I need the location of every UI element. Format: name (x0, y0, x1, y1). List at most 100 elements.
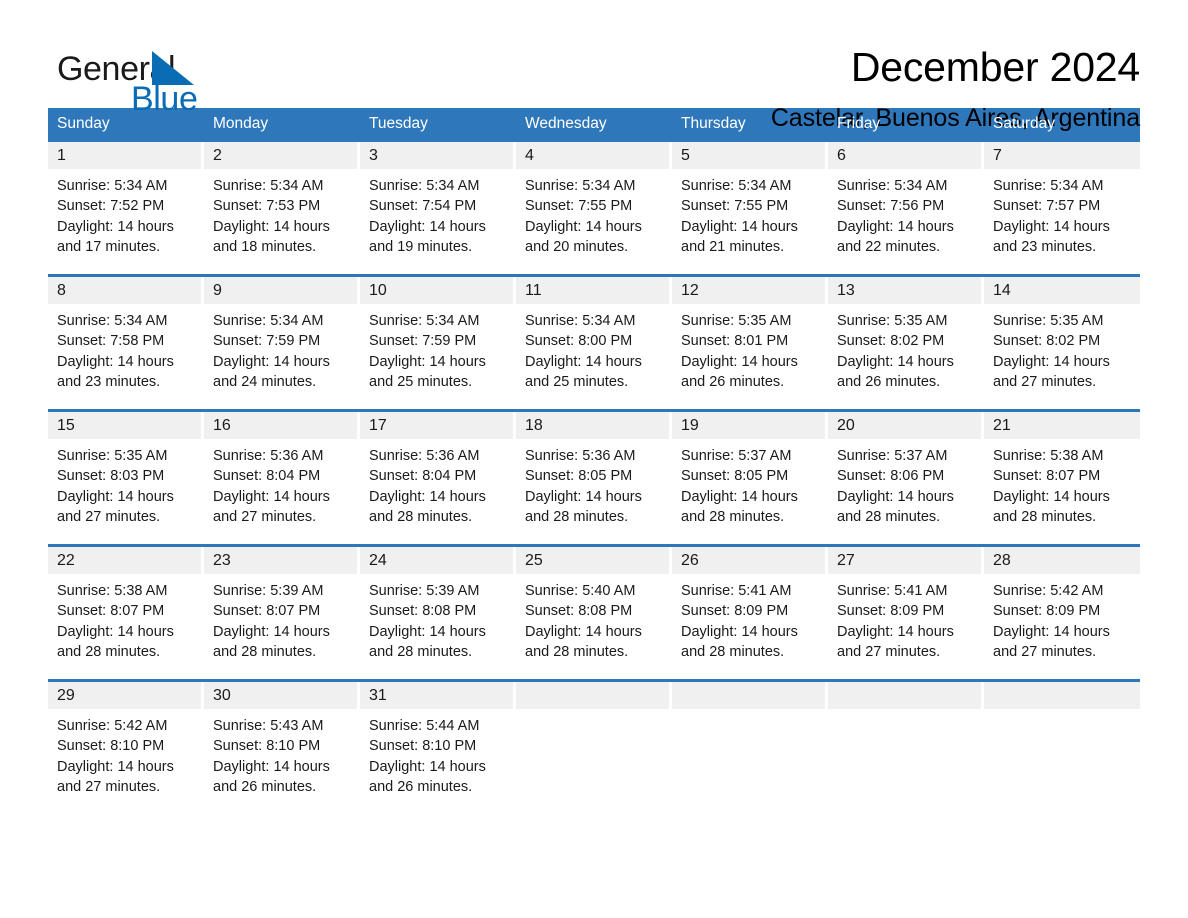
sunrise-text: Sunrise: 5:38 AM (993, 448, 1104, 464)
daylight-text: Daylight: 14 hours and 28 minutes. (213, 623, 330, 660)
weekday-header-saturday: Saturday (993, 115, 1056, 132)
day-number[interactable]: 19 (672, 412, 825, 439)
day-cell: Sunrise: 5:34 AM Sunset: 7:54 PM Dayligh… (360, 169, 516, 274)
day-cell: Sunrise: 5:34 AM Sunset: 7:59 PM Dayligh… (204, 304, 360, 409)
daylight-text: Daylight: 14 hours and 26 minutes. (681, 353, 798, 390)
sunrise-text: Sunrise: 5:41 AM (837, 583, 948, 599)
sunset-text: Sunset: 8:02 PM (993, 333, 1101, 350)
sunset-text: Sunset: 8:07 PM (213, 603, 321, 620)
sunrise-text: Sunrise: 5:34 AM (681, 178, 792, 194)
page-title: December 2024 (850, 44, 1140, 90)
day-number[interactable]: 22 (48, 547, 201, 574)
day-number[interactable]: 30 (204, 682, 357, 709)
day-number[interactable]: 7 (984, 142, 1140, 169)
day-number[interactable]: 25 (516, 547, 669, 574)
day-cell: Sunrise: 5:44 AM Sunset: 8:10 PM Dayligh… (360, 709, 516, 814)
day-number[interactable]: 10 (360, 277, 513, 304)
day-number[interactable]: 3 (360, 142, 513, 169)
day-number[interactable]: 27 (828, 547, 981, 574)
day-number-empty (516, 682, 669, 709)
daylight-text: Daylight: 14 hours and 28 minutes. (681, 488, 798, 525)
daylight-text: Daylight: 14 hours and 22 minutes. (837, 218, 954, 255)
logo-text-blue: Blue (131, 80, 198, 118)
day-number[interactable]: 11 (516, 277, 669, 304)
day-number[interactable]: 15 (48, 412, 201, 439)
sunset-text: Sunset: 8:09 PM (993, 603, 1101, 620)
week-daynumber-band: 15 16 17 18 19 20 21 (48, 412, 1140, 439)
day-cell: Sunrise: 5:42 AM Sunset: 8:10 PM Dayligh… (48, 709, 204, 814)
sunset-text: Sunset: 8:07 PM (57, 603, 165, 620)
day-number[interactable]: 29 (48, 682, 201, 709)
sunrise-text: Sunrise: 5:34 AM (525, 178, 636, 194)
day-cell: Sunrise: 5:36 AM Sunset: 8:04 PM Dayligh… (360, 439, 516, 544)
day-number-empty (828, 682, 981, 709)
day-number[interactable]: 12 (672, 277, 825, 304)
day-number[interactable]: 8 (48, 277, 201, 304)
day-number[interactable]: 26 (672, 547, 825, 574)
day-number[interactable]: 21 (984, 412, 1140, 439)
day-number-empty (672, 682, 825, 709)
sunset-text: Sunset: 7:59 PM (369, 333, 477, 350)
sunset-text: Sunset: 8:00 PM (525, 333, 633, 350)
sunset-text: Sunset: 8:07 PM (993, 468, 1101, 485)
calendar-week-row: 15 16 17 18 19 20 21 Sunrise: 5:35 AM Su… (48, 409, 1140, 544)
day-number[interactable]: 14 (984, 277, 1140, 304)
daylight-text: Daylight: 14 hours and 21 minutes. (681, 218, 798, 255)
calendar-week-row: 22 23 24 25 26 27 28 Sunrise: 5:38 AM Su… (48, 544, 1140, 679)
sunset-text: Sunset: 8:05 PM (525, 468, 633, 485)
weekday-header-thursday: Thursday (681, 115, 746, 132)
day-number[interactable]: 24 (360, 547, 513, 574)
sunrise-text: Sunrise: 5:39 AM (213, 583, 324, 599)
sunrise-text: Sunrise: 5:34 AM (213, 313, 324, 329)
day-cell-empty (984, 709, 1140, 814)
day-number[interactable]: 23 (204, 547, 357, 574)
sunrise-text: Sunrise: 5:35 AM (57, 448, 168, 464)
day-number[interactable]: 1 (48, 142, 201, 169)
daylight-text: Daylight: 14 hours and 18 minutes. (213, 218, 330, 255)
daylight-text: Daylight: 14 hours and 27 minutes. (57, 488, 174, 525)
day-number[interactable]: 5 (672, 142, 825, 169)
sunset-text: Sunset: 8:02 PM (837, 333, 945, 350)
day-number[interactable]: 28 (984, 547, 1140, 574)
day-cell: Sunrise: 5:36 AM Sunset: 8:05 PM Dayligh… (516, 439, 672, 544)
day-number[interactable]: 13 (828, 277, 981, 304)
week-daynumber-band: 8 9 10 11 12 13 14 (48, 277, 1140, 304)
daylight-text: Daylight: 14 hours and 23 minutes. (993, 218, 1110, 255)
daylight-text: Daylight: 14 hours and 26 minutes. (837, 353, 954, 390)
day-number[interactable]: 17 (360, 412, 513, 439)
daylight-text: Daylight: 14 hours and 24 minutes. (213, 353, 330, 390)
day-number[interactable]: 2 (204, 142, 357, 169)
day-cell: Sunrise: 5:34 AM Sunset: 7:52 PM Dayligh… (48, 169, 204, 274)
day-cell: Sunrise: 5:40 AM Sunset: 8:08 PM Dayligh… (516, 574, 672, 679)
sunrise-text: Sunrise: 5:34 AM (837, 178, 948, 194)
day-cell: Sunrise: 5:34 AM Sunset: 8:00 PM Dayligh… (516, 304, 672, 409)
day-number[interactable]: 16 (204, 412, 357, 439)
day-number[interactable]: 4 (516, 142, 669, 169)
day-number[interactable]: 20 (828, 412, 981, 439)
day-number[interactable]: 31 (360, 682, 513, 709)
day-cell: Sunrise: 5:34 AM Sunset: 7:58 PM Dayligh… (48, 304, 204, 409)
sunrise-text: Sunrise: 5:35 AM (837, 313, 948, 329)
sunrise-text: Sunrise: 5:34 AM (213, 178, 324, 194)
sunset-text: Sunset: 7:55 PM (525, 198, 633, 215)
sunset-text: Sunset: 7:59 PM (213, 333, 321, 350)
week-detail-row: Sunrise: 5:42 AM Sunset: 8:10 PM Dayligh… (48, 709, 1140, 814)
day-number[interactable]: 9 (204, 277, 357, 304)
day-number[interactable]: 18 (516, 412, 669, 439)
sunrise-text: Sunrise: 5:35 AM (993, 313, 1104, 329)
sunrise-text: Sunrise: 5:36 AM (369, 448, 480, 464)
sunrise-text: Sunrise: 5:42 AM (57, 718, 168, 734)
sunrise-text: Sunrise: 5:44 AM (369, 718, 480, 734)
daylight-text: Daylight: 14 hours and 28 minutes. (681, 623, 798, 660)
sunrise-text: Sunrise: 5:37 AM (681, 448, 792, 464)
sunrise-text: Sunrise: 5:34 AM (57, 178, 168, 194)
day-cell: Sunrise: 5:34 AM Sunset: 7:53 PM Dayligh… (204, 169, 360, 274)
sunrise-text: Sunrise: 5:34 AM (369, 313, 480, 329)
daylight-text: Daylight: 14 hours and 28 minutes. (57, 623, 174, 660)
weekday-header-tuesday: Tuesday (369, 115, 428, 132)
day-number[interactable]: 6 (828, 142, 981, 169)
daylight-text: Daylight: 14 hours and 26 minutes. (213, 758, 330, 795)
sunset-text: Sunset: 8:06 PM (837, 468, 945, 485)
calendar-page: General Blue December 2024 Castelar, Bue… (0, 0, 1188, 918)
general-blue-logo[interactable]: General Blue (48, 46, 288, 122)
